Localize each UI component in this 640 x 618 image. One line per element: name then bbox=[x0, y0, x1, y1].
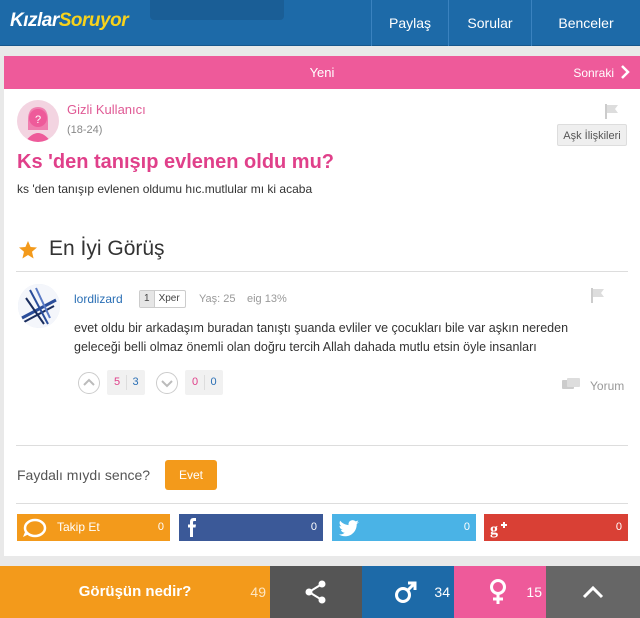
xper-label: Xper bbox=[158, 293, 180, 304]
logo-text-kizlar: Kızlar bbox=[10, 10, 59, 31]
upvotes-female: 5 bbox=[113, 376, 121, 388]
vote-up-button[interactable] bbox=[78, 372, 100, 394]
chevron-up-icon bbox=[582, 585, 604, 599]
page: KızlarSoruyor Paylaş Sorular Benceler Ye… bbox=[0, 0, 640, 618]
answer-author[interactable]: lordlizard bbox=[74, 292, 123, 306]
svg-text:?: ? bbox=[35, 114, 41, 126]
svg-text:g: g bbox=[490, 521, 498, 538]
upvotes-male: 3 bbox=[126, 375, 144, 390]
twitter-share-button[interactable]: 0 bbox=[332, 514, 476, 541]
downvotes-male: 0 bbox=[204, 375, 222, 390]
divider bbox=[16, 503, 628, 504]
follow-icon bbox=[23, 518, 47, 538]
vote-down-button[interactable] bbox=[156, 372, 178, 394]
best-answer-heading: En İyi Görüş bbox=[49, 237, 165, 260]
facebook-icon bbox=[188, 518, 196, 537]
top-navigation: KızlarSoruyor Paylaş Sorular Benceler bbox=[0, 0, 640, 46]
female-count: 15 bbox=[526, 584, 542, 600]
question-body: ks 'den tanışıp evlenen oldumu hıc.mutlu… bbox=[17, 182, 313, 196]
avatar[interactable] bbox=[18, 284, 60, 328]
next-question-link[interactable]: Sonraki bbox=[573, 66, 614, 80]
twitter-count: 0 bbox=[463, 521, 470, 533]
question-author-age: (18-24) bbox=[67, 124, 103, 136]
flag-icon[interactable] bbox=[591, 288, 605, 303]
male-answers-button[interactable]: 34 bbox=[362, 566, 454, 618]
question-title: Ks 'den tanışıp evlenen oldu mu? bbox=[17, 151, 335, 173]
divider bbox=[16, 271, 628, 272]
female-avatar-icon: ? bbox=[17, 100, 59, 142]
opinion-label: Görüşün nedir? bbox=[78, 583, 192, 600]
yes-button[interactable]: Evet bbox=[165, 460, 217, 490]
answer-eig: eig 13% bbox=[247, 293, 287, 305]
chevron-right-icon[interactable] bbox=[620, 64, 630, 80]
xper-level: 1 bbox=[140, 291, 155, 307]
facebook-count: 0 bbox=[310, 521, 317, 533]
comment-icon[interactable] bbox=[562, 378, 580, 392]
divider bbox=[16, 445, 628, 446]
flag-icon[interactable] bbox=[605, 104, 619, 119]
vote-up-icon bbox=[83, 378, 95, 386]
site-logo[interactable]: KızlarSoruyor bbox=[6, 10, 132, 34]
answer-author-age: Yaş: 25 bbox=[199, 293, 236, 305]
nav-item-paylas[interactable]: Paylaş bbox=[371, 0, 448, 46]
upvote-counts: 5 3 bbox=[107, 370, 145, 395]
share-icon bbox=[305, 580, 326, 604]
male-icon bbox=[395, 581, 417, 603]
comment-link[interactable]: Yorum bbox=[590, 379, 624, 393]
nav-item-sorular[interactable]: Sorular bbox=[448, 0, 531, 46]
feedback-question: Faydalı mıydı sence? bbox=[17, 467, 151, 483]
vote-down-icon bbox=[161, 380, 173, 388]
follow-count: 0 bbox=[157, 521, 164, 533]
opinion-count: 49 bbox=[250, 584, 266, 600]
xper-badge: 1 Xper bbox=[139, 290, 186, 308]
write-opinion-button[interactable]: Görüşün nedir? 49 bbox=[0, 566, 270, 618]
googleplus-share-button[interactable]: g 0 bbox=[484, 514, 628, 541]
question-card: Yeni Sonraki ? Gizli Kullanıcı (18-24) A… bbox=[4, 56, 640, 556]
follow-button[interactable]: Takip Et 0 bbox=[17, 514, 170, 541]
question-header-bar: Yeni Sonraki bbox=[4, 56, 640, 89]
question-author[interactable]: Gizli Kullanıcı bbox=[67, 102, 146, 117]
female-answers-button[interactable]: 15 bbox=[454, 566, 546, 618]
share-button[interactable] bbox=[270, 566, 362, 618]
facebook-share-button[interactable]: 0 bbox=[179, 514, 323, 541]
googleplus-count: 0 bbox=[615, 521, 622, 533]
googleplus-icon: g bbox=[490, 521, 507, 538]
logo-text-soruyor: Soruyor bbox=[58, 10, 129, 31]
tab-yeni[interactable]: Yeni bbox=[4, 65, 640, 80]
star-icon bbox=[19, 241, 37, 259]
bottom-action-bar: Görüşün nedir? 49 34 15 bbox=[0, 566, 640, 618]
male-count: 34 bbox=[434, 584, 450, 600]
nav-item-benceler[interactable]: Benceler bbox=[531, 0, 640, 46]
downvote-counts: 0 0 bbox=[185, 370, 223, 395]
female-icon bbox=[490, 579, 506, 604]
answer-body: evet oldu bir arkadaşım buradan tanıştı … bbox=[74, 321, 569, 354]
downvotes-female: 0 bbox=[191, 376, 199, 388]
follow-label: Takip Et bbox=[57, 520, 100, 534]
category-tag[interactable]: Aşk İlişkileri bbox=[557, 124, 627, 146]
hidden-header-button bbox=[150, 0, 284, 20]
twitter-icon bbox=[338, 520, 359, 537]
scroll-to-top-button[interactable] bbox=[546, 566, 640, 618]
